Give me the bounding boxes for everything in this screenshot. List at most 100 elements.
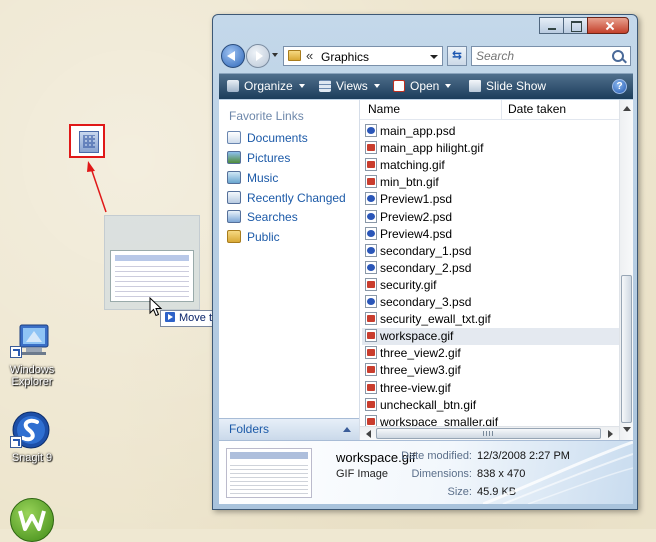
public-folder-icon xyxy=(227,230,241,243)
desktop-icon-snagit[interactable]: Snagit 9 xyxy=(0,410,64,464)
file-row[interactable]: min_btn.gif xyxy=(362,174,619,191)
chevron-down-icon xyxy=(373,84,380,88)
details-pane: workspace.gif GIF Image Date modified: 1… xyxy=(219,440,633,504)
psd-file-icon xyxy=(365,192,377,206)
move-arrow-icon xyxy=(165,312,175,322)
scroll-up-icon[interactable] xyxy=(623,106,631,111)
file-name: three_view3.gif xyxy=(380,363,461,378)
psd-file-icon xyxy=(365,226,377,240)
desktop-icon-windows-explorer[interactable]: Windows Explorer xyxy=(0,322,64,388)
desktop-icon-label: Windows Explorer xyxy=(9,364,55,388)
horizontal-scrollbar[interactable] xyxy=(360,426,619,440)
title-bar[interactable] xyxy=(213,15,637,41)
file-row[interactable]: Preview1.psd xyxy=(362,191,619,208)
organize-icon xyxy=(227,80,239,92)
address-dropdown-icon[interactable] xyxy=(430,55,438,59)
details-dimensions-label: Dimensions: xyxy=(411,468,472,480)
scroll-right-icon[interactable] xyxy=(608,430,613,438)
file-name-cell: workspace.gif xyxy=(362,328,500,345)
file-name-cell: secondary_3.psd xyxy=(362,294,500,311)
breadcrumb-graphics[interactable]: Graphics xyxy=(321,50,369,64)
nav-link-searches[interactable]: Searches xyxy=(227,208,298,226)
drag-ghost-image xyxy=(104,215,200,310)
organize-button[interactable]: Organize xyxy=(227,74,305,99)
file-row[interactable]: three_view3.gif xyxy=(362,362,619,379)
vertical-scroll-thumb[interactable] xyxy=(621,275,632,423)
file-row[interactable]: security.gif xyxy=(362,277,619,294)
vertical-scrollbar[interactable] xyxy=(619,100,633,440)
nav-link-music[interactable]: Music xyxy=(227,169,278,187)
address-bar[interactable]: « Graphics xyxy=(283,46,443,66)
search-input[interactable] xyxy=(476,48,600,64)
file-name-cell: Preview2.psd xyxy=(362,209,500,226)
details-thumbnail xyxy=(226,448,312,498)
search-box[interactable] xyxy=(471,46,631,66)
nav-link-pictures[interactable]: Pictures xyxy=(227,149,290,167)
forward-button[interactable] xyxy=(246,44,270,68)
file-name-cell: Preview4.psd xyxy=(362,226,500,243)
nav-link-public[interactable]: Public xyxy=(227,228,280,246)
close-button[interactable] xyxy=(587,17,629,34)
music-icon xyxy=(227,171,241,184)
file-row[interactable]: security_ewall_txt.gif xyxy=(362,311,619,328)
file-row[interactable]: Preview2.psd xyxy=(362,209,619,226)
file-list-pane: Name Date taken main_app.psd main_app hil… xyxy=(360,100,633,440)
search-icon[interactable] xyxy=(612,50,624,62)
file-row[interactable]: three_view2.gif xyxy=(362,345,619,362)
file-row[interactable]: Preview4.psd xyxy=(362,226,619,243)
file-row[interactable]: main_app.psd xyxy=(362,123,619,140)
details-size-label: Size: xyxy=(447,486,472,498)
scroll-left-icon[interactable] xyxy=(366,430,371,438)
folders-toggle[interactable]: Folders xyxy=(219,418,359,440)
file-row[interactable]: secondary_3.psd xyxy=(362,294,619,311)
gif-file-icon xyxy=(365,380,377,394)
drag-thumbnail xyxy=(110,250,194,302)
file-row[interactable]: secondary_1.psd xyxy=(362,243,619,260)
w-logo-icon xyxy=(18,510,46,531)
recent-pages-dropdown[interactable] xyxy=(272,53,278,57)
file-name-cell: secondary_1.psd xyxy=(362,243,500,260)
desktop-icon-partial[interactable] xyxy=(10,498,54,542)
searches-icon xyxy=(227,210,241,223)
column-header-date-taken[interactable]: Date taken xyxy=(502,100,619,119)
shortcut-arrow-icon xyxy=(10,346,22,358)
nav-link-recently-changed[interactable]: Recently Changed xyxy=(227,189,346,207)
file-name: main_app hilight.gif xyxy=(380,141,484,156)
column-header-name[interactable]: Name xyxy=(360,100,502,119)
file-row[interactable]: workspace.gif xyxy=(362,328,619,346)
explorer-window[interactable]: « Graphics ⇆ Organize Views Open Slide S… xyxy=(212,14,638,510)
views-icon xyxy=(319,80,331,92)
file-row[interactable]: matching.gif xyxy=(362,157,619,174)
chevron-down-icon xyxy=(298,84,305,88)
breadcrumb-overflow[interactable]: « xyxy=(306,48,313,63)
minimize-button[interactable] xyxy=(539,17,564,34)
file-row[interactable]: three-view.gif xyxy=(362,380,619,397)
shortcut-arrow-icon xyxy=(10,436,22,448)
open-button[interactable]: Open xyxy=(393,74,452,99)
decorative-swoosh xyxy=(483,440,633,504)
views-button[interactable]: Views xyxy=(319,74,380,99)
scroll-down-icon[interactable] xyxy=(623,427,631,432)
chevron-up-icon xyxy=(343,427,351,432)
file-name: workspace.gif xyxy=(380,329,454,344)
file-row[interactable]: secondary_2.psd xyxy=(362,260,619,277)
file-name-cell: three-view.gif xyxy=(362,380,500,397)
file-name-cell: security.gif xyxy=(362,277,500,294)
help-button[interactable]: ? xyxy=(612,79,627,94)
file-name-cell: main_app.psd xyxy=(362,123,500,140)
back-button[interactable] xyxy=(221,44,245,68)
file-name: Preview4.psd xyxy=(380,226,453,241)
file-name: Preview2.psd xyxy=(380,209,453,224)
psd-file-icon xyxy=(365,209,377,223)
file-name-cell: min_btn.gif xyxy=(362,174,500,191)
open-icon xyxy=(393,80,405,92)
file-row[interactable]: main_app hilight.gif xyxy=(362,140,619,157)
nav-link-documents[interactable]: Documents xyxy=(227,129,308,147)
maximize-button[interactable] xyxy=(563,17,588,34)
gif-file-icon xyxy=(365,141,377,155)
desktop-drop-target-highlight xyxy=(69,124,105,158)
horizontal-scroll-thumb[interactable] xyxy=(376,428,601,439)
file-row[interactable]: uncheckall_btn.gif xyxy=(362,397,619,414)
refresh-button[interactable]: ⇆ xyxy=(447,46,467,66)
slideshow-button[interactable]: Slide Show xyxy=(469,74,546,99)
